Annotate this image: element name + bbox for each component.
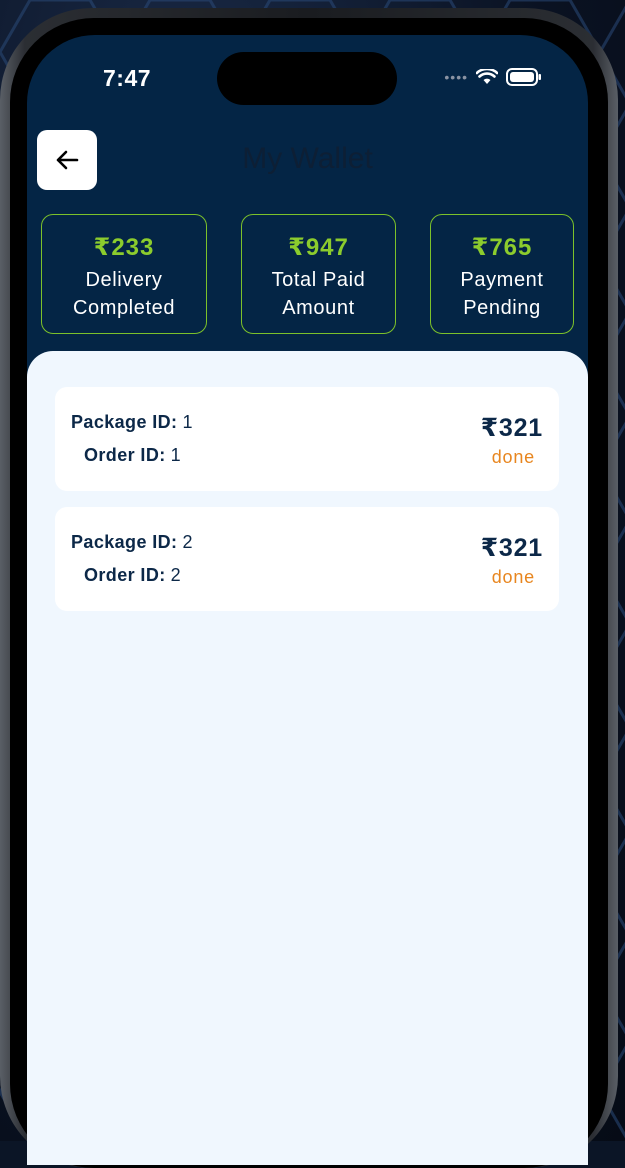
app-screen: 7:47 •••• My Wallet ₹233 Delivery Comple… [27,35,588,1165]
order-id-label: Order ID: [84,565,166,585]
status-time: 7:47 [103,65,152,91]
package-id-label: Package ID: [71,532,178,552]
package-id-value: 2 [182,532,193,552]
summary-card-delivery-completed: ₹233 Delivery Completed [41,214,207,334]
summary-label-line1: Total Paid [271,269,366,291]
package-id-line: Package ID: 2 [71,532,192,553]
order-id-value: 1 [170,445,181,465]
summary-amount: ₹947 [288,234,349,261]
transaction-amount: ₹321 [480,414,543,442]
summary-label-line1: Payment [460,269,544,291]
dynamic-island [217,52,397,105]
order-id-line: Order ID: 1 [84,445,181,466]
status-badge: done [491,567,535,587]
status-badge: done [491,447,535,467]
list-item[interactable]: Package ID: 2 Order ID: 2 ₹321 done [55,507,559,611]
summary-label-line2: Pending [463,297,541,319]
battery-icon [506,68,541,86]
transaction-list: Package ID: 1 Order ID: 1 ₹321 done Pack… [27,351,588,1165]
wifi-icon [476,69,498,84]
page-title: My Wallet [242,142,373,175]
transaction-amount: ₹321 [480,534,543,562]
status-icons: •••• [444,68,542,86]
summary-cards: ₹233 Delivery Completed ₹947 Total Paid … [27,214,588,337]
cellular-dots-icon: •••• [444,69,468,85]
summary-amount: ₹233 [93,234,155,261]
summary-label-line1: Delivery [85,269,163,291]
package-id-value: 1 [182,412,193,432]
order-id-value: 2 [170,565,181,585]
summary-label-line2: Completed [72,297,176,319]
summary-card-total-paid: ₹947 Total Paid Amount [241,214,396,334]
order-id-line: Order ID: 2 [84,565,181,586]
package-id-label: Package ID: [71,412,178,432]
summary-card-payment-pending: ₹765 Payment Pending [430,214,574,334]
summary-amount: ₹765 [471,234,533,261]
package-id-line: Package ID: 1 [71,412,192,433]
list-item[interactable]: Package ID: 1 Order ID: 1 ₹321 done [55,387,559,491]
summary-label-line2: Amount [282,297,355,319]
order-id-label: Order ID: [84,445,166,465]
